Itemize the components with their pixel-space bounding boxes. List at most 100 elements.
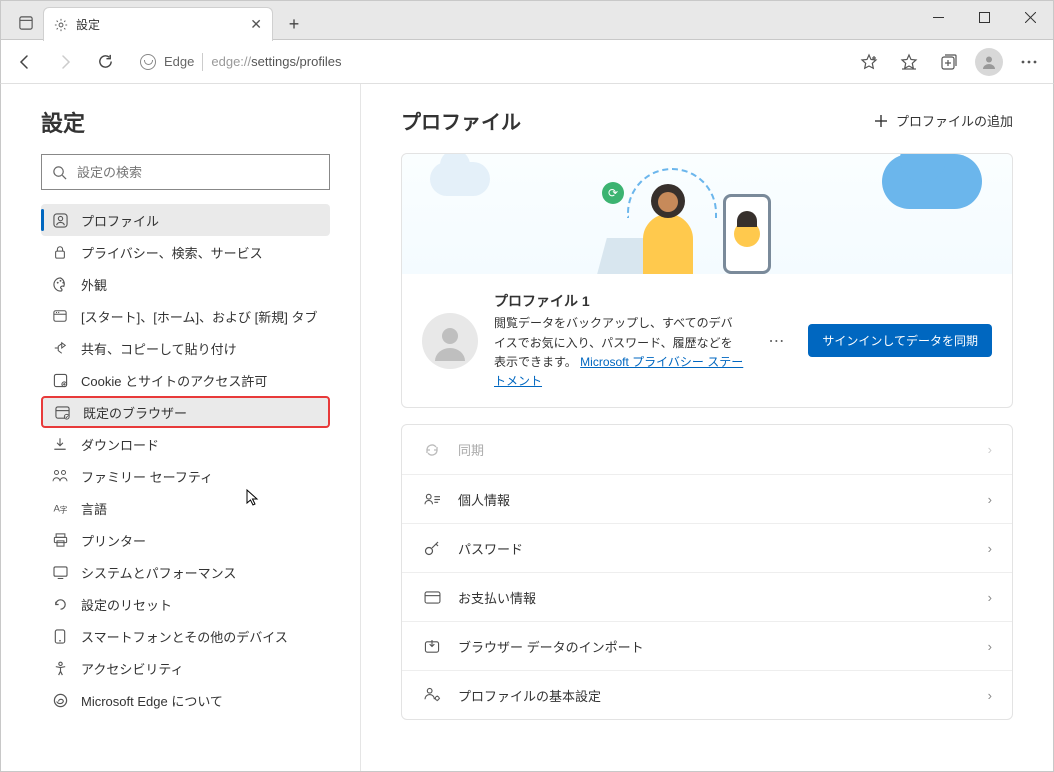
accessibility-icon: [51, 661, 69, 676]
nav-item-profiles[interactable]: プロファイル: [41, 204, 330, 236]
close-window-button[interactable]: [1007, 1, 1053, 33]
profile-avatar: [422, 313, 478, 369]
svg-text:字: 字: [59, 504, 67, 514]
nav-item-default-browser[interactable]: 既定のブラウザー: [41, 396, 330, 428]
cloud-icon: [882, 154, 982, 209]
import-icon: [422, 639, 442, 654]
avatar-icon: [981, 54, 997, 70]
option-import[interactable]: ブラウザー データのインポート›: [402, 621, 1012, 670]
chevron-right-icon: ›: [988, 688, 992, 703]
cookie-icon: [51, 373, 69, 388]
main-title: プロファイル: [401, 106, 521, 135]
profile-options-list: 同期› 個人情報› パスワード› お支払い情報› ブラウザー データのインポート…: [402, 425, 1012, 719]
avatar-icon: [430, 321, 470, 361]
chevron-right-icon: ›: [988, 639, 992, 654]
profile-hero-image: ⟳: [402, 154, 1012, 274]
tab-strip: 設定 ✕ +: [1, 1, 309, 41]
profile-button[interactable]: [971, 44, 1007, 80]
edge-icon: [51, 693, 69, 708]
profile-card: ⟳ プロファイル 1 閲覧データをバックアップし、すべてのデバイスでお気に入り、…: [401, 153, 1013, 408]
signin-sync-button[interactable]: サインインしてデータを同期: [808, 324, 992, 357]
collections-button[interactable]: [931, 44, 967, 80]
nav-item-downloads[interactable]: ダウンロード: [41, 428, 330, 460]
nav-item-printers[interactable]: プリンター: [41, 524, 330, 556]
settings-search[interactable]: [41, 154, 330, 190]
settings-main: プロファイル プロファイルの追加 ⟳ プロファイル 1: [361, 84, 1053, 771]
window-titlebar: 設定 ✕ +: [0, 0, 1054, 40]
phone-icon: [51, 629, 69, 644]
cloud-icon: [430, 162, 490, 196]
nav-item-system[interactable]: システムとパフォーマンス: [41, 556, 330, 588]
profile-gear-icon: [422, 687, 442, 703]
profile-more-button[interactable]: ⋯: [760, 331, 792, 351]
chevron-right-icon: ›: [988, 442, 992, 457]
window-icon: [51, 309, 69, 323]
profile-info: プロファイル 1 閲覧データをバックアップし、すべてのデバイスでお気に入り、パス…: [494, 290, 744, 391]
settings-nav-list: プロファイル プライバシー、検索、サービス 外観 [スタート]、[ホーム]、およ…: [41, 204, 330, 716]
nav-item-family[interactable]: ファミリー セーフティ: [41, 460, 330, 492]
system-icon: [51, 566, 69, 579]
share-icon: [51, 341, 69, 355]
profile-name: プロファイル 1: [494, 290, 744, 312]
nav-item-reset[interactable]: 設定のリセット: [41, 588, 330, 620]
option-sync: 同期›: [402, 425, 1012, 474]
content-area: 設定 プロファイル プライバシー、検索、サービス 外観 [スタート]、[ホーム]…: [0, 84, 1054, 772]
nav-item-appearance[interactable]: 外観: [41, 268, 330, 300]
option-payment[interactable]: お支払い情報›: [402, 572, 1012, 621]
nav-item-start[interactable]: [スタート]、[ホーム]、および [新規] タブ: [41, 300, 330, 332]
sync-badge-icon: ⟳: [602, 182, 624, 204]
palette-icon: [51, 277, 69, 292]
card-icon: [422, 591, 442, 604]
settings-sidebar: 設定 プロファイル プライバシー、検索、サービス 外観 [スタート]、[ホーム]…: [1, 84, 361, 771]
nav-item-cookies[interactable]: Cookie とサイトのアクセス許可: [41, 364, 330, 396]
option-passwords[interactable]: パスワード›: [402, 523, 1012, 572]
browser-toolbar: Edge edge://settings/profiles: [0, 40, 1054, 84]
settings-search-input[interactable]: [77, 165, 319, 180]
nav-item-accessibility[interactable]: アクセシビリティ: [41, 652, 330, 684]
nav-item-languages[interactable]: A字言語: [41, 492, 330, 524]
favorites-button[interactable]: [891, 44, 927, 80]
option-profile-prefs[interactable]: プロファイルの基本設定›: [402, 670, 1012, 719]
star-add-button[interactable]: [851, 44, 887, 80]
tab-close-button[interactable]: ✕: [250, 16, 262, 33]
back-button[interactable]: [7, 44, 43, 80]
address-brand: Edge: [164, 54, 194, 69]
tab-actions-button[interactable]: [9, 6, 43, 40]
minimize-button[interactable]: [915, 1, 961, 33]
nav-item-phone[interactable]: スマートフォンとその他のデバイス: [41, 620, 330, 652]
maximize-button[interactable]: [961, 1, 1007, 33]
address-bar[interactable]: Edge edge://settings/profiles: [127, 46, 847, 78]
nav-item-share[interactable]: 共有、コピーして貼り付け: [41, 332, 330, 364]
chevron-right-icon: ›: [988, 541, 992, 556]
nav-item-about[interactable]: Microsoft Edge について: [41, 684, 330, 716]
plus-icon: [874, 114, 888, 128]
browser-tab[interactable]: 設定 ✕: [43, 7, 273, 41]
profile-row: プロファイル 1 閲覧データをバックアップし、すべてのデバイスでお気に入り、パス…: [402, 274, 1012, 407]
download-icon: [51, 437, 69, 451]
window-controls: [915, 1, 1053, 33]
family-icon: [51, 469, 69, 483]
add-profile-button[interactable]: プロファイルの追加: [874, 111, 1013, 130]
nav-item-privacy[interactable]: プライバシー、検索、サービス: [41, 236, 330, 268]
key-icon: [422, 540, 442, 556]
main-header: プロファイル プロファイルの追加: [401, 106, 1013, 135]
edge-logo-icon: [140, 54, 156, 70]
language-icon: A字: [51, 501, 69, 515]
phone-illustration: [723, 194, 771, 274]
settings-title: 設定: [41, 106, 330, 138]
refresh-button[interactable]: [87, 44, 123, 80]
reset-icon: [51, 597, 69, 612]
option-personal-info[interactable]: 個人情報›: [402, 474, 1012, 523]
printer-icon: [51, 533, 69, 547]
gear-icon: [54, 18, 68, 32]
profile-icon: [51, 213, 69, 228]
person-illustration: [643, 214, 693, 274]
forward-button[interactable]: [47, 44, 83, 80]
new-tab-button[interactable]: +: [279, 9, 309, 39]
chevron-right-icon: ›: [988, 492, 992, 507]
tab-grid-icon: [19, 16, 33, 30]
search-icon: [52, 165, 67, 180]
tab-title: 設定: [76, 16, 250, 33]
menu-button[interactable]: [1011, 44, 1047, 80]
address-url: edge://settings/profiles: [211, 54, 341, 69]
